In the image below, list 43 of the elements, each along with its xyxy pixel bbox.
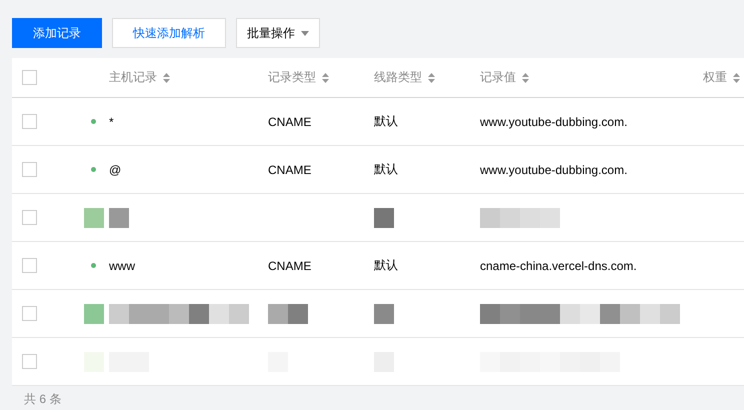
pixelated-block [84, 304, 104, 324]
row-checkbox[interactable] [22, 258, 37, 273]
sort-icon[interactable] [733, 72, 740, 82]
row-checkbox[interactable] [22, 114, 37, 129]
status-dot [91, 167, 96, 172]
toolbar-button[interactable]: 添加记录 [12, 18, 102, 48]
sort-icon[interactable] [163, 72, 170, 82]
status-dot [91, 119, 96, 124]
row-checkbox[interactable] [22, 354, 37, 369]
pixelated-block [84, 208, 104, 228]
sort-icon[interactable] [522, 72, 529, 82]
pixelated-block [374, 304, 394, 324]
bulk-action-dropdown[interactable]: 批量操作 [236, 18, 320, 48]
line-cell: 默认 [374, 258, 398, 272]
column-header[interactable]: 记录值 [480, 69, 516, 86]
host-cell: www [109, 258, 135, 272]
pixelated-block [374, 208, 394, 228]
sort-icon[interactable] [322, 72, 329, 82]
type-cell: CNAME [268, 258, 312, 272]
toolbar-button[interactable]: 快速添加解析 [112, 18, 226, 48]
select-all-checkbox[interactable] [22, 70, 37, 85]
line-cell: 默认 [374, 162, 398, 176]
pixelated-block [268, 304, 308, 324]
row-checkbox[interactable] [22, 210, 37, 225]
value-cell: www.youtube-dubbing.com. [480, 162, 628, 176]
value-cell: cname-china.vercel-dns.com. [480, 258, 637, 272]
column-header[interactable]: 记录类型 [268, 69, 316, 86]
line-cell: 默认 [374, 114, 398, 128]
column-header[interactable]: 主机记录 [109, 69, 157, 86]
column-header[interactable]: 线路类型 [374, 69, 422, 86]
status-dot [91, 263, 96, 268]
caret-icon [301, 30, 309, 36]
sort-icon[interactable] [428, 72, 435, 82]
value-cell: www.youtube-dubbing.com. [480, 114, 628, 128]
type-cell: CNAME [268, 162, 312, 176]
row-checkbox[interactable] [22, 306, 37, 321]
host-cell: @ [109, 162, 122, 176]
host-cell: * [109, 114, 114, 128]
type-cell: CNAME [268, 114, 312, 128]
total-count: 共 6 条 [24, 392, 62, 406]
column-header[interactable]: 权重 [703, 69, 727, 86]
row-checkbox[interactable] [22, 162, 37, 177]
pixelated-block [109, 208, 129, 228]
